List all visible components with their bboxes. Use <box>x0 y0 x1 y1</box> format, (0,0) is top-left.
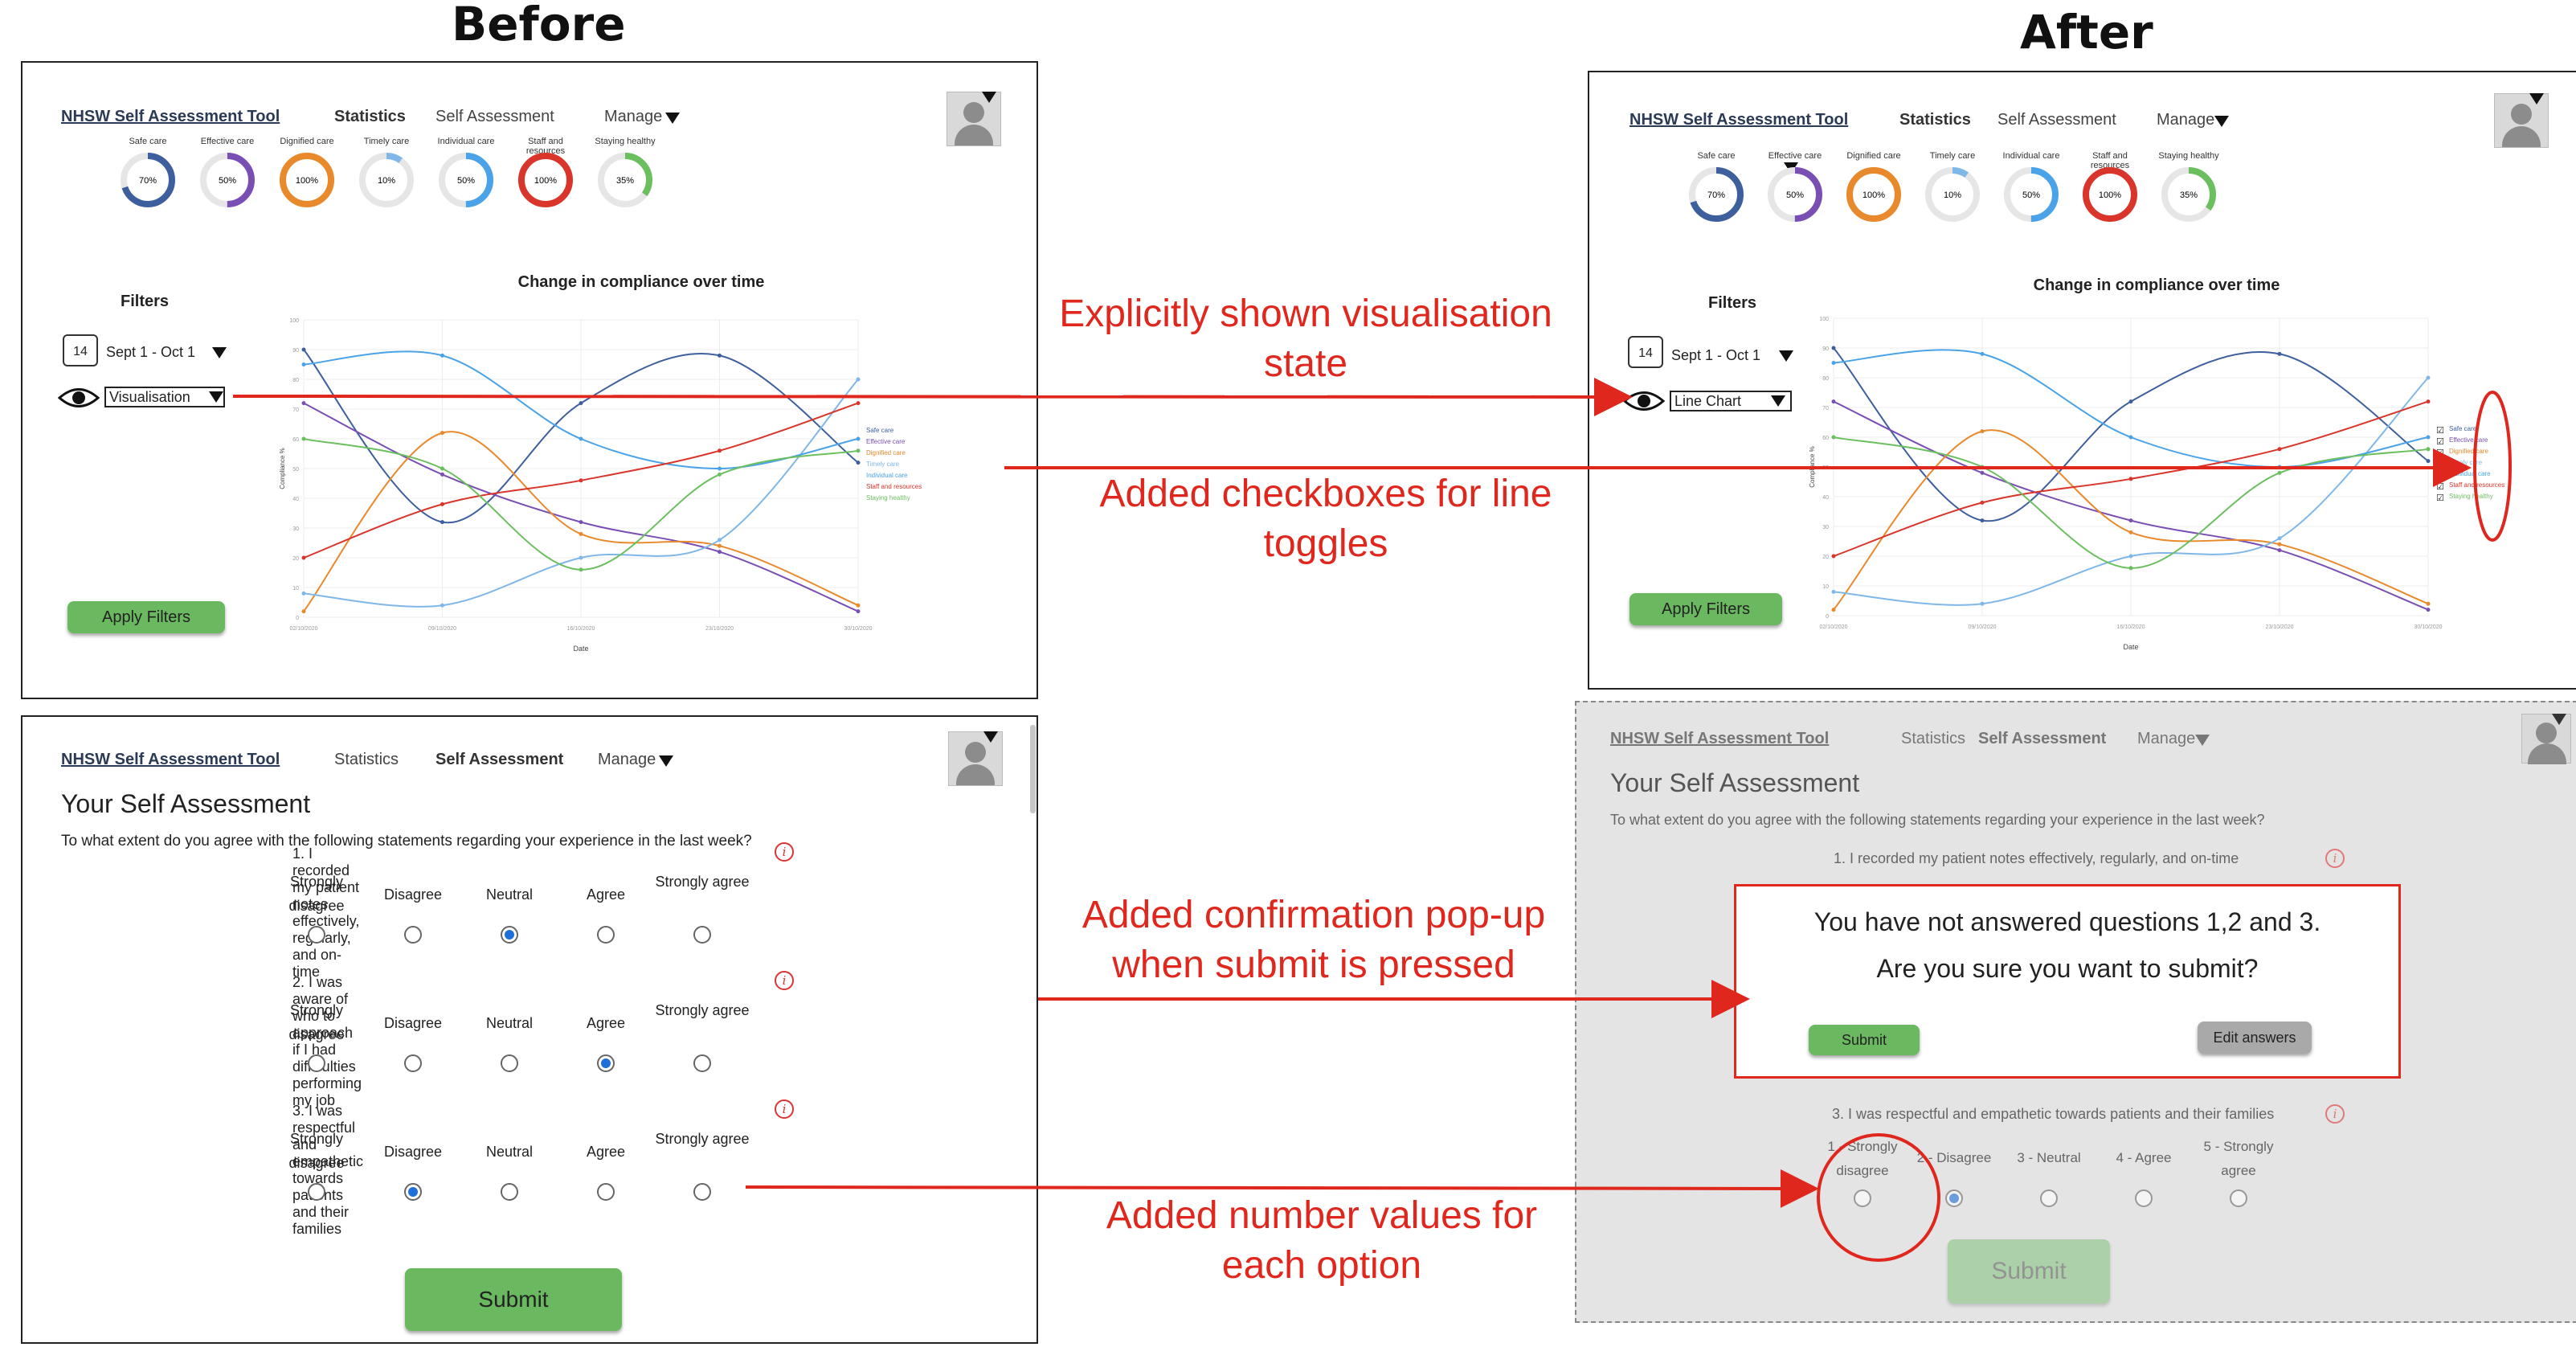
annotation-popup: Added confirmation pop-up when submit is… <box>1082 894 1546 986</box>
annotation-arrows <box>232 377 2512 1208</box>
annotation-number-values: Added number values for each option <box>1106 1194 1538 1287</box>
annotation-visualisation-state: Explicitly shown visualisation state <box>1059 293 1552 385</box>
annotation-checkboxes: Added checkboxes for line toggles <box>1099 473 1552 565</box>
